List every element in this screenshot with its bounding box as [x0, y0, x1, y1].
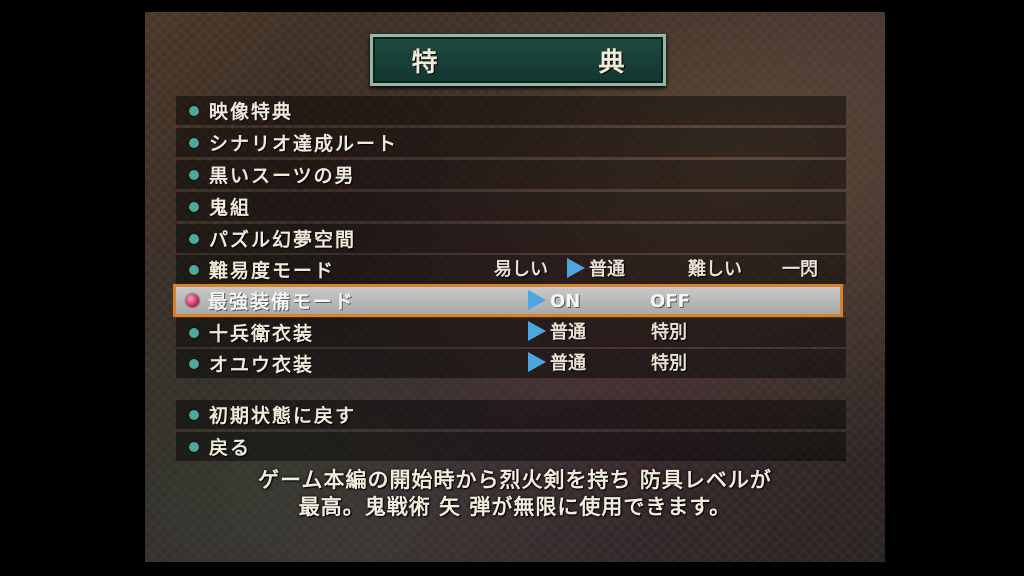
- menu-item-label: 戻る: [209, 437, 252, 459]
- option-issen[interactable]: 一閃: [782, 255, 818, 284]
- menu-item-jubei-costume[interactable]: 十兵衛衣装 普通 特別: [176, 318, 846, 347]
- menu-item-puzzle-space[interactable]: パズル幻夢空間: [176, 224, 846, 253]
- description-line-2: 最高。鬼戦術 矢 弾が無限に使用できます。: [298, 495, 732, 519]
- option-normal[interactable]: 普通: [528, 318, 586, 347]
- page-title: 特 典: [370, 34, 666, 86]
- option-hard[interactable]: 難しい: [688, 255, 742, 284]
- option-easy[interactable]: 易しい: [494, 255, 548, 284]
- option-off[interactable]: OFF: [650, 287, 690, 316]
- menu-item-scenario-route[interactable]: シナリオ達成ルート: [176, 128, 846, 157]
- menu-item-difficulty-mode[interactable]: 難易度モード 易しい 普通 難しい 一閃: [176, 255, 846, 284]
- menu-item-label: 最強装備モード: [208, 291, 356, 313]
- menu-item-reset-defaults[interactable]: 初期状態に戻す: [176, 400, 846, 429]
- menu-item-label: パズル幻夢空間: [209, 229, 357, 251]
- menu-item-label: オユウ衣装: [209, 354, 315, 376]
- bullet-icon: [189, 137, 199, 148]
- option-normal[interactable]: 普通: [567, 255, 625, 284]
- option-special[interactable]: 特別: [651, 318, 687, 347]
- bullet-icon: [189, 327, 199, 338]
- cursor-gem-icon: [186, 294, 199, 307]
- bullet-icon: [189, 105, 199, 116]
- menu-item-man-in-black-suit[interactable]: 黒いスーツの男: [176, 160, 846, 189]
- description-text: ゲーム本編の開始時から烈火剣を持ち 防具レベルが 最高。鬼戦術 矢 弾が無限に使…: [145, 467, 885, 521]
- menu-item-label: 鬼組: [209, 197, 252, 219]
- game-screen: 特 典 映像特典 シナリオ達成ルート 黒いスーツの男 鬼組 パズル幻夢空間 難易…: [145, 12, 885, 562]
- bullet-icon: [189, 409, 199, 420]
- menu-item-label: シナリオ達成ルート: [209, 133, 399, 155]
- menu-item-back[interactable]: 戻る: [176, 432, 846, 461]
- bullet-icon: [189, 358, 199, 369]
- option-special[interactable]: 特別: [651, 349, 687, 378]
- description-line-1: ゲーム本編の開始時から烈火剣を持ち 防具レベルが: [258, 468, 772, 492]
- bullet-icon: [189, 441, 199, 452]
- menu-item-label: 難易度モード: [209, 260, 336, 282]
- option-normal[interactable]: 普通: [528, 349, 586, 378]
- option-on[interactable]: ON: [528, 287, 580, 316]
- menu-item-label: 映像特典: [209, 101, 294, 123]
- menu-item-strongest-equip-mode[interactable]: 最強装備モード ON OFF: [173, 284, 843, 317]
- bullet-icon: [189, 169, 199, 180]
- menu-item-oni-gumi[interactable]: 鬼組: [176, 192, 846, 221]
- bullet-icon: [189, 264, 199, 275]
- menu-item-video-bonus[interactable]: 映像特典: [176, 96, 846, 125]
- menu-item-label: 十兵衛衣装: [209, 323, 315, 345]
- bullet-icon: [189, 233, 199, 244]
- bullet-icon: [189, 201, 199, 212]
- menu-item-oyu-costume[interactable]: オユウ衣装 普通 特別: [176, 349, 846, 378]
- page-title-text: 特 典: [411, 47, 701, 78]
- menu-item-label: 黒いスーツの男: [209, 165, 356, 187]
- menu-item-label: 初期状態に戻す: [209, 405, 357, 427]
